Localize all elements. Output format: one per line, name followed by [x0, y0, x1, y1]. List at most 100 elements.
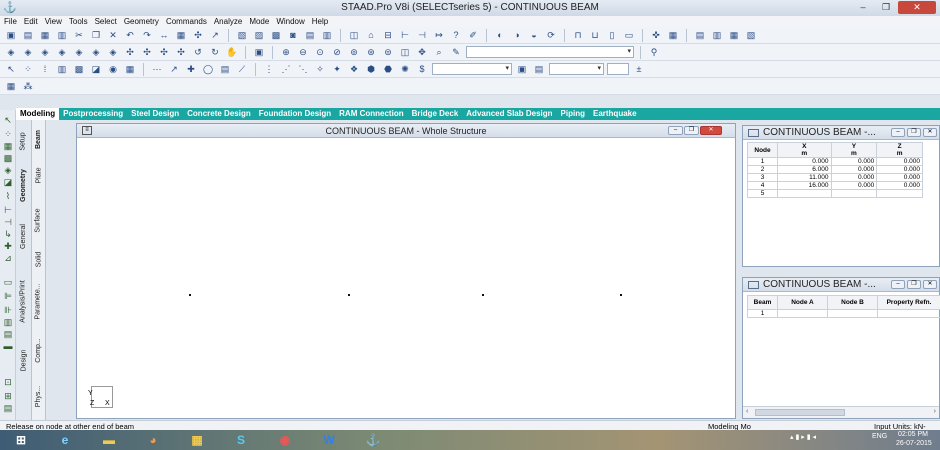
picture-icon[interactable]: ▩: [269, 29, 283, 42]
load-icon[interactable]: ↳: [2, 228, 14, 240]
view-z-icon[interactable]: ◈: [55, 46, 69, 59]
beam-icon[interactable]: ⊟: [381, 29, 395, 42]
add-icon[interactable]: ±: [632, 63, 646, 76]
maximize-button[interactable]: ❐: [875, 1, 897, 14]
node-z-cell[interactable]: 0.000: [876, 173, 923, 182]
panel-icon[interactable]: ▭: [622, 29, 636, 42]
geometry-cursor-icon[interactable]: ⌇: [2, 190, 14, 202]
load-value-dropdown[interactable]: [549, 63, 604, 75]
table-icon[interactable]: ▤: [303, 29, 317, 42]
table-row[interactable]: 1 0.000 0.000 0.000: [747, 157, 923, 166]
tab-modeling[interactable]: Modeling: [16, 108, 60, 120]
node-y-cell[interactable]: [830, 189, 878, 198]
structure-icon[interactable]: ⌂: [364, 29, 378, 42]
sub-tab-surface[interactable]: Surface: [32, 200, 45, 240]
tray-time[interactable]: 02:05 PM: [898, 431, 928, 438]
table-row[interactable]: 5: [747, 189, 923, 198]
node-x-cell[interactable]: 0.000: [777, 157, 832, 166]
menu-view[interactable]: View: [45, 17, 62, 26]
label-node-icon[interactable]: ⋰: [279, 63, 293, 76]
structure-minimize-button[interactable]: –: [668, 126, 683, 135]
menu-tools[interactable]: Tools: [69, 17, 88, 26]
zoom-previous-icon[interactable]: ⊚: [347, 46, 361, 59]
plates-cursor-icon[interactable]: ▩: [2, 152, 14, 164]
property-icon[interactable]: ▭: [2, 276, 14, 288]
tab-advanced-slab-design[interactable]: Advanced Slab Design: [462, 108, 556, 120]
beam-property-cell[interactable]: [877, 309, 940, 318]
beam-element-icon[interactable]: ⊣: [2, 216, 14, 228]
scroll-right-icon[interactable]: ›: [934, 408, 936, 415]
menu-analyze[interactable]: Analyze: [214, 17, 242, 26]
side-tab-general[interactable]: General: [16, 214, 31, 258]
copy-icon[interactable]: ❐: [89, 29, 103, 42]
menu-edit[interactable]: Edit: [24, 17, 38, 26]
menu-file[interactable]: File: [4, 17, 17, 26]
save-icon[interactable]: ▦: [38, 29, 52, 42]
label-support-icon[interactable]: ⬣: [381, 63, 395, 76]
new-file-icon[interactable]: ▣: [4, 29, 18, 42]
display-icon[interactable]: ▣: [252, 46, 266, 59]
nodes-maximize-button[interactable]: ❐: [907, 128, 921, 137]
beam-node-a-cell[interactable]: [777, 309, 828, 318]
structure-close-button[interactable]: ✕: [700, 126, 722, 135]
rotate-icon[interactable]: ⟳: [544, 29, 558, 42]
node-x-cell[interactable]: [777, 189, 832, 198]
nodes-minimize-button[interactable]: –: [891, 128, 905, 137]
nodes-close-button[interactable]: ✕: [923, 128, 937, 137]
zoom-fit-icon[interactable]: ⊜: [381, 46, 395, 59]
select-nodes-icon[interactable]: ⁘: [21, 63, 35, 76]
label-plate-icon[interactable]: ✧: [313, 63, 327, 76]
tab-postprocessing[interactable]: Postprocessing: [59, 108, 127, 120]
zoom-all-icon[interactable]: ⊛: [364, 46, 378, 59]
new-window-icon[interactable]: ◫: [398, 46, 412, 59]
view-3d-icon[interactable]: ◈: [4, 46, 18, 59]
transform-icon[interactable]: ⟋: [235, 63, 249, 76]
internet-explorer-icon[interactable]: e: [48, 431, 82, 449]
node-x-cell[interactable]: 6.000: [777, 165, 832, 174]
view-x-icon[interactable]: ◈: [21, 46, 35, 59]
line-icon[interactable]: ⊔: [588, 29, 602, 42]
zoom-in-icon[interactable]: ⊕: [279, 46, 293, 59]
curve-icon[interactable]: ↗: [208, 29, 222, 42]
beams-close-button[interactable]: ✕: [923, 280, 937, 289]
view-dropdown[interactable]: [466, 46, 634, 58]
select-solids-icon[interactable]: ▩: [72, 63, 86, 76]
camera-icon[interactable]: ◙: [286, 29, 300, 42]
pan-view-icon[interactable]: ✥: [415, 46, 429, 59]
dimension-icon[interactable]: ↔: [157, 29, 171, 42]
menu-window[interactable]: Window: [276, 17, 304, 26]
delete-icon[interactable]: ✕: [106, 29, 120, 42]
tab-bridge-deck[interactable]: Bridge Deck: [408, 108, 463, 120]
node-y-cell[interactable]: 0.000: [830, 181, 878, 190]
view-back-icon[interactable]: ◈: [72, 46, 86, 59]
tray-icons[interactable]: ▴ ▮ ▸ ▮ ◂: [790, 433, 816, 441]
structure-wizard-icon[interactable]: ⁂: [21, 80, 35, 93]
sub-tab-composite[interactable]: Comp...: [32, 330, 45, 370]
render-icon[interactable]: ◐: [493, 29, 507, 42]
node-x-cell[interactable]: 11.000: [777, 173, 832, 182]
spec-icon[interactable]: ▥: [2, 316, 14, 328]
add-node-icon[interactable]: ✚: [184, 63, 198, 76]
open-file-icon[interactable]: ▤: [21, 29, 35, 42]
select-beams-icon[interactable]: ⁞: [38, 63, 52, 76]
zoom-dynamic-icon[interactable]: ⊘: [330, 46, 344, 59]
node-x-cell[interactable]: 16.000: [777, 181, 832, 190]
measure-icon[interactable]: ⊣: [415, 29, 429, 42]
side-tab-analysis-print[interactable]: Analysis/Print: [16, 266, 31, 336]
dollar-icon[interactable]: $: [415, 63, 429, 76]
translational-repeat-icon[interactable]: ▤: [218, 63, 232, 76]
grid-icon[interactable]: ▦: [174, 29, 188, 42]
close-button[interactable]: ✕: [898, 1, 936, 14]
tab-piping[interactable]: Piping: [557, 108, 589, 120]
member-cursor-icon[interactable]: ⊢: [2, 204, 14, 216]
sub-tab-parameters[interactable]: Paramete...: [32, 276, 45, 326]
pin-icon[interactable]: ⚲: [647, 46, 661, 59]
view-iso-icon[interactable]: ▧: [744, 29, 758, 42]
menu-help[interactable]: Help: [312, 17, 328, 26]
select-geometry-icon[interactable]: ◉: [106, 63, 120, 76]
skype-icon[interactable]: S: [224, 431, 258, 449]
report-list-icon[interactable]: ▤: [2, 402, 14, 414]
layout-icon[interactable]: ▦: [666, 29, 680, 42]
node-point[interactable]: [482, 294, 484, 296]
view-bottom-icon[interactable]: ◈: [89, 46, 103, 59]
